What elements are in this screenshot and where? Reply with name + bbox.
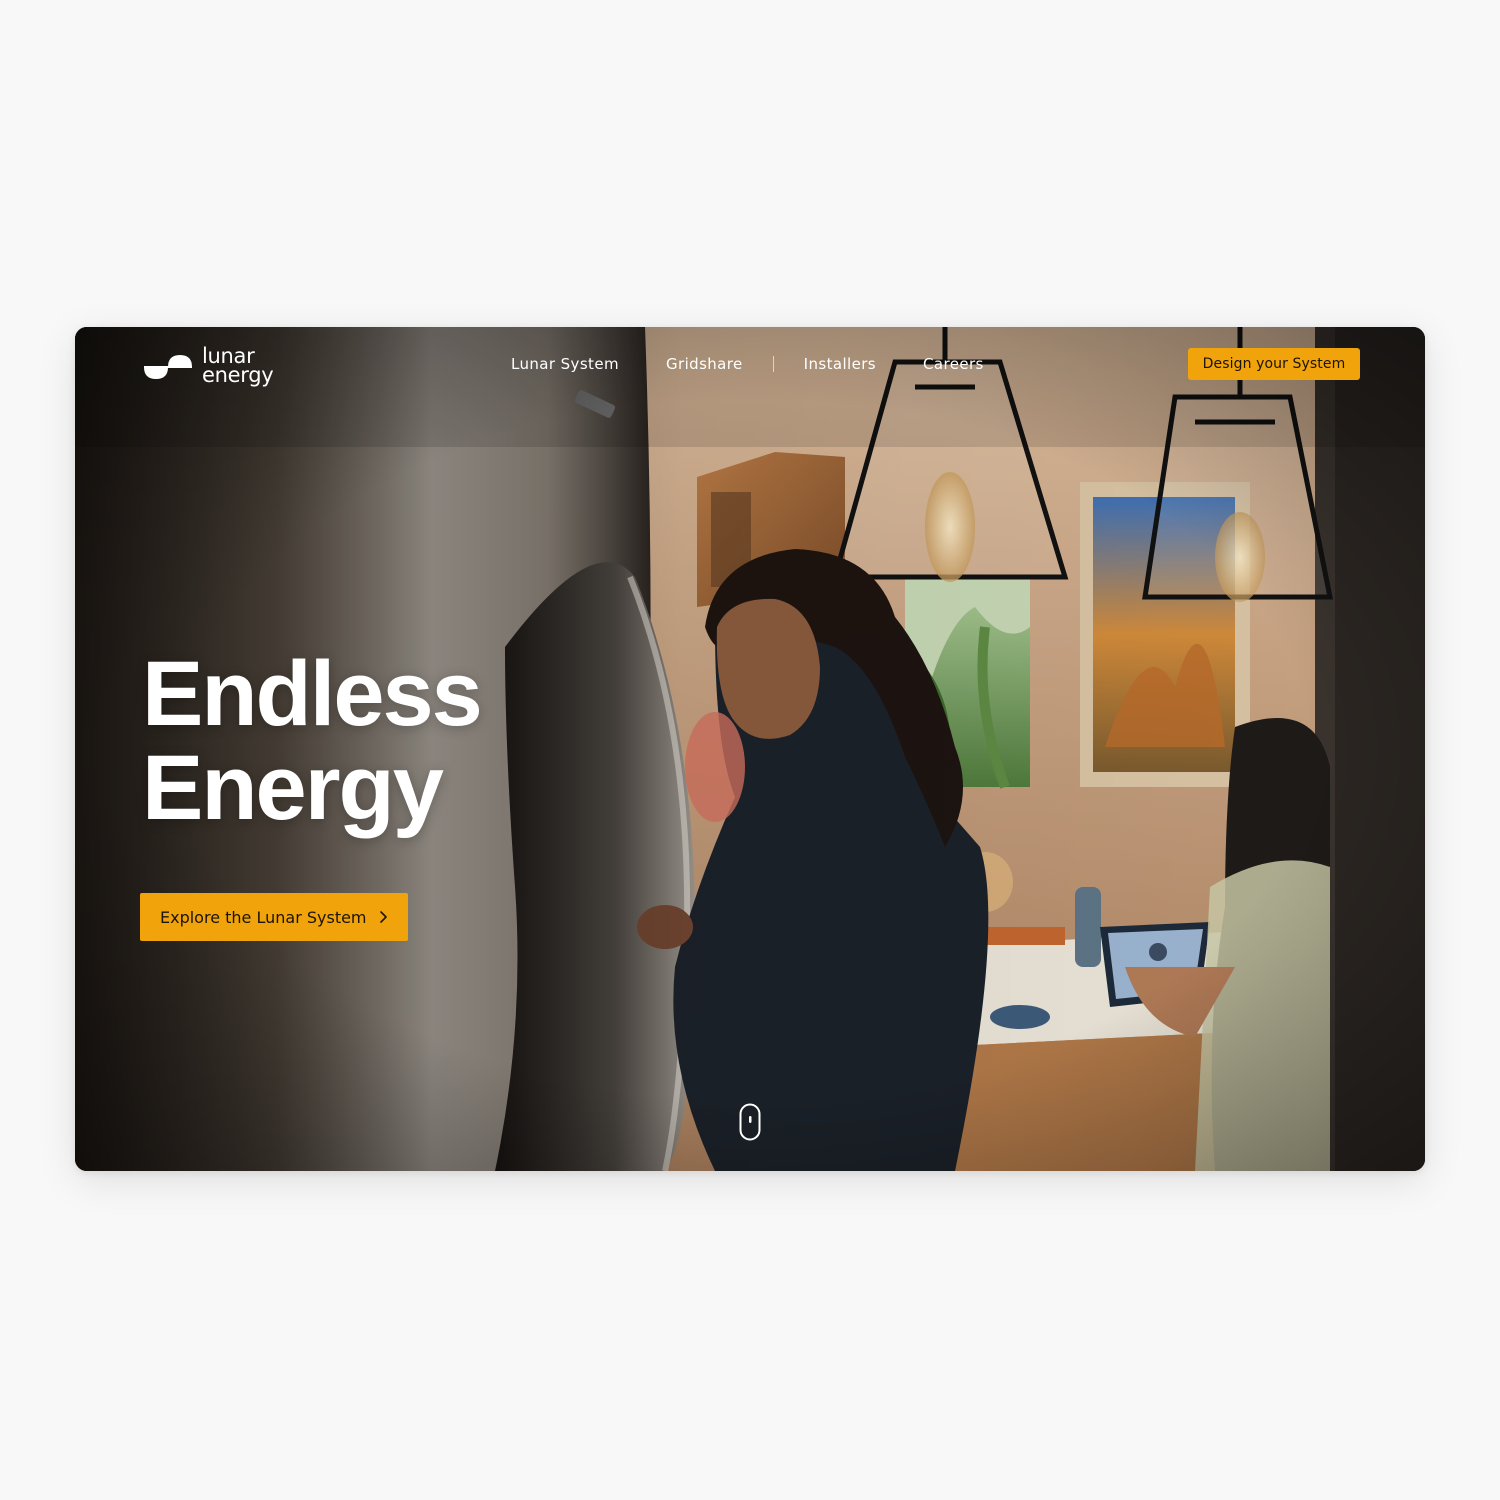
site-header: lunar energy Lunar System Gridshare Inst…	[75, 327, 1425, 403]
brand-wordmark: lunar energy	[202, 346, 274, 387]
chevron-right-icon	[380, 911, 387, 923]
explore-lunar-system-button[interactable]: Explore the Lunar System	[140, 893, 408, 941]
design-your-system-button[interactable]: Design your System	[1188, 348, 1360, 380]
explore-button-label: Explore the Lunar System	[160, 907, 367, 927]
scroll-mouse-icon[interactable]	[739, 1103, 761, 1141]
logo-link[interactable]: lunar energy	[142, 346, 274, 387]
browser-viewport: lunar energy Lunar System Gridshare Inst…	[75, 327, 1425, 1171]
nav-item-lunar-system[interactable]: Lunar System	[511, 355, 619, 373]
nav-item-gridshare[interactable]: Gridshare	[666, 355, 743, 373]
nav-divider	[772, 356, 774, 372]
hero-headline: Endless Energy	[142, 643, 483, 839]
hero-headline-line1: Endless	[142, 643, 483, 745]
hero-headline-line2: Energy	[142, 737, 444, 839]
nav-item-careers[interactable]: Careers	[923, 355, 984, 373]
nav-item-installers[interactable]: Installers	[804, 355, 876, 373]
brand-line2: energy	[202, 363, 274, 387]
primary-nav: Lunar System Gridshare Installers Career…	[511, 355, 984, 373]
lunar-logo-icon	[144, 355, 192, 379]
